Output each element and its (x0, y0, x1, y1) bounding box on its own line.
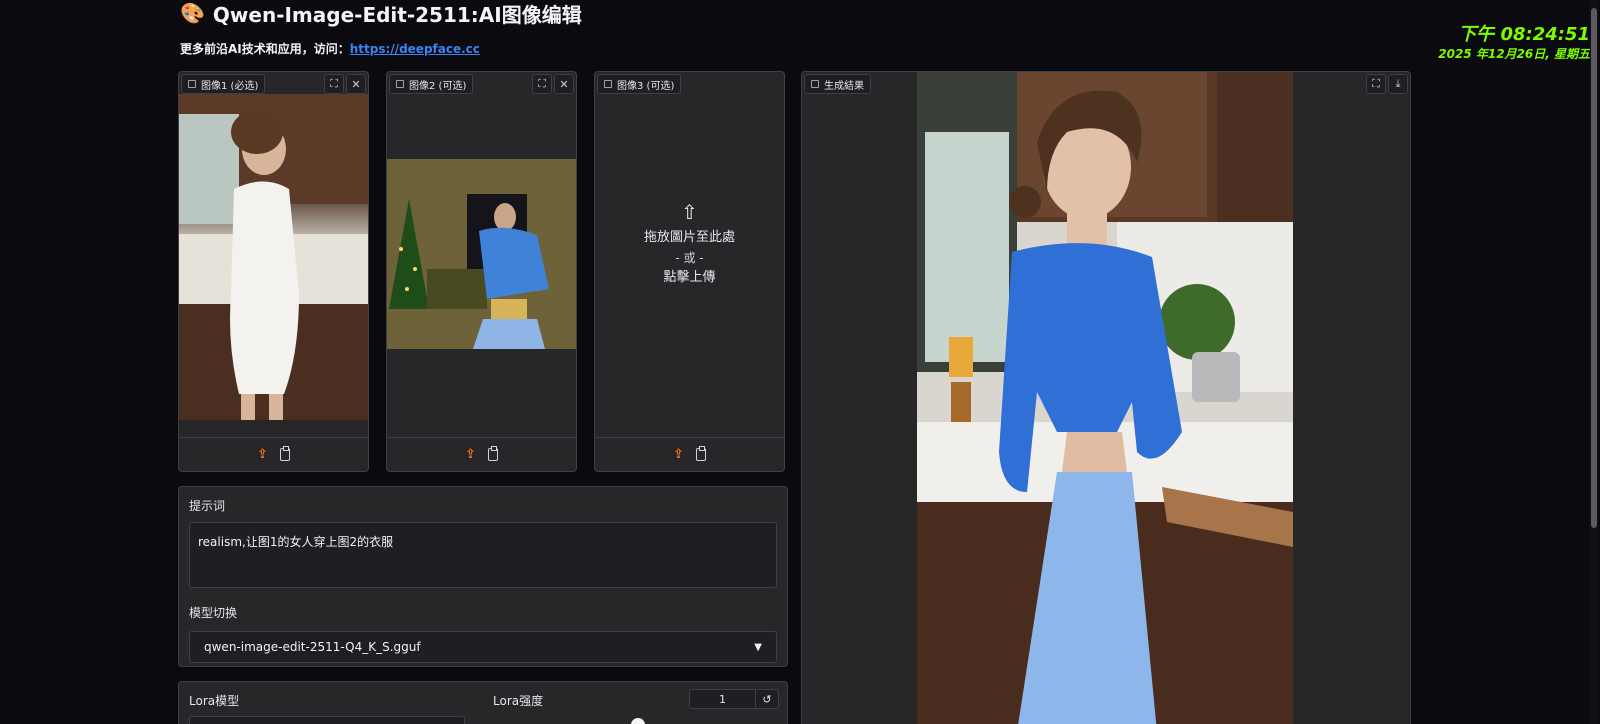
image2-label-text: 图像2 (可选) (409, 80, 467, 92)
image-icon (188, 80, 196, 88)
clipboard-icon[interactable] (487, 446, 498, 461)
image1-panel[interactable]: 图像1 (必选) ⛶ ✕ ⇪ (178, 71, 369, 472)
result-image (917, 72, 1293, 724)
result-panel: 生成結果 ⛶ ⤓ (801, 71, 1411, 724)
page-title-text: Qwen-Image-Edit-2511:AI图像编辑 (212, 2, 582, 27)
image-icon (604, 80, 612, 88)
close-icon[interactable]: ✕ (346, 74, 366, 94)
image1-illustration (179, 94, 368, 420)
chevron-down-icon: ▼ (754, 641, 762, 653)
image2-footer: ⇪ (387, 437, 576, 471)
fullscreen-icon[interactable]: ⛶ (532, 74, 552, 94)
image1-label: 图像1 (必选) (181, 74, 266, 94)
upload-icon[interactable]: ⇪ (257, 447, 268, 462)
prompt-label: 提示词 (189, 499, 226, 513)
clock-time: 下午 08:24:51 (1458, 24, 1590, 45)
model-selected: qwen-image-edit-2511-Q4_K_S.gguf (204, 640, 421, 654)
download-icon[interactable]: ⤓ (1388, 74, 1408, 94)
fullscreen-icon[interactable]: ⛶ (324, 74, 344, 94)
or-text: - 或 - (675, 251, 704, 265)
image2-preview (387, 159, 576, 349)
image2-label: 图像2 (可选) (389, 74, 474, 94)
image1-footer: ⇪ (179, 437, 368, 471)
image2-panel[interactable]: 图像2 (可选) ⛶ ✕ ⇪ (386, 71, 577, 472)
image-icon (811, 80, 819, 88)
clock: 下午 08:24:51 2025 年12月26日, 星期五 (1438, 24, 1590, 62)
deepface-link[interactable]: https://deepface.cc (350, 42, 480, 56)
slider-thumb[interactable] (631, 718, 645, 724)
image3-drop-zone[interactable]: ⇧ 拖放圖片至此處 - 或 - 點擊上傳 (595, 202, 784, 288)
image1-label-text: 图像1 (必选) (201, 80, 259, 92)
clipboard-icon[interactable] (279, 446, 290, 461)
clock-date: 2025 年12月26日, 星期五 (1438, 47, 1590, 61)
result-label: 生成結果 (804, 74, 871, 94)
result-illustration (917, 72, 1293, 724)
upload-arrow-icon: ⇧ (681, 200, 698, 224)
lora-strength-group: Lora强度 1 ↺ (493, 689, 779, 709)
fullscreen-icon[interactable]: ⛶ (1366, 74, 1386, 94)
prompt-input[interactable]: realism,让图1的女人穿上图2的衣服 (189, 522, 777, 588)
close-icon[interactable]: ✕ (554, 74, 574, 94)
image1-controls: ⛶ ✕ (324, 74, 366, 94)
clipboard-icon[interactable] (695, 446, 706, 461)
lora-panel: Lora模型 Lora强度 1 ↺ (178, 681, 788, 724)
lora-strength-value[interactable]: 1 (690, 690, 756, 708)
model-label: 模型切换 (189, 606, 238, 620)
upload-icon[interactable]: ⇪ (673, 447, 684, 462)
scrollbar-thumb[interactable] (1591, 8, 1597, 528)
palette-icon: 🎨 (180, 1, 205, 25)
lora-model-select[interactable] (189, 716, 465, 724)
image1-preview (179, 94, 368, 420)
page-title: 🎨 Qwen-Image-Edit-2511:AI图像编辑 (180, 0, 582, 27)
lora-strength-number[interactable]: 1 ↺ (689, 689, 779, 709)
subtitle: 更多前沿AI技术和应用，访问：https://deepface.cc (180, 40, 480, 57)
image2-controls: ⛶ ✕ (532, 74, 574, 94)
reset-icon[interactable]: ↺ (756, 690, 778, 708)
click-upload-text: 點擊上傳 (663, 270, 716, 285)
subtitle-text: 更多前沿AI技术和应用，访问： (180, 42, 350, 56)
prompt-panel: 提示词 realism,让图1的女人穿上图2的衣服 模型切换 qwen-imag… (178, 486, 788, 667)
image-icon (396, 80, 404, 88)
upload-icon[interactable]: ⇪ (465, 447, 476, 462)
image3-label: 图像3 (可选) (597, 74, 682, 94)
result-controls: ⛶ ⤓ (1366, 74, 1408, 94)
image3-label-text: 图像3 (可选) (617, 80, 675, 92)
image3-panel[interactable]: 图像3 (可选) ⇧ 拖放圖片至此處 - 或 - 點擊上傳 ⇪ (594, 71, 785, 472)
drop-text: 拖放圖片至此處 (643, 230, 735, 245)
image3-footer: ⇪ (595, 437, 784, 471)
model-select[interactable]: qwen-image-edit-2511-Q4_K_S.gguf ▼ (189, 631, 777, 663)
page-scrollbar[interactable] (1590, 0, 1598, 724)
image2-illustration (387, 159, 576, 349)
result-label-text: 生成結果 (824, 80, 864, 92)
